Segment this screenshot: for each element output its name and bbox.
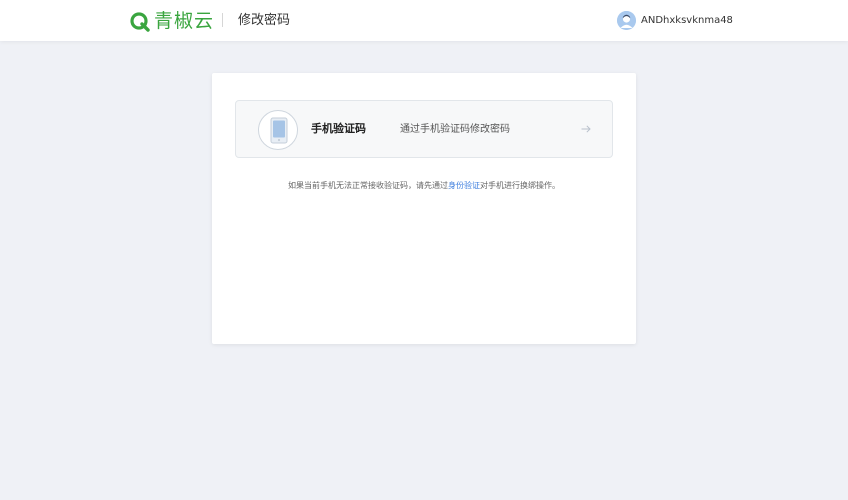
header-divider <box>222 13 223 27</box>
option-description: 通过手机验证码修改密码 <box>400 124 510 135</box>
hint-prefix: 如果当前手机无法正常接收验证码，请先通过 <box>288 181 448 190</box>
phone-code-option[interactable]: 手机验证码 通过手机验证码修改密码 <box>235 100 613 158</box>
brand-logo[interactable]: 青椒云 <box>129 9 214 33</box>
top-header: 青椒云 修改密码 ANDhxksvknma48 <box>0 0 848 41</box>
user-menu[interactable]: ANDhxksvknma48 <box>617 11 733 30</box>
logo-text: 青椒云 <box>154 10 215 32</box>
page-title: 修改密码 <box>238 13 291 28</box>
option-title: 手机验证码 <box>311 122 366 135</box>
arrow-right-icon <box>581 125 591 133</box>
q-logo-icon <box>130 12 150 32</box>
username: ANDhxksvknma48 <box>641 15 733 26</box>
verification-card: 手机验证码 通过手机验证码修改密码 如果当前手机无法正常接收验证码，请先通过身份… <box>212 73 636 344</box>
user-avatar-icon <box>617 11 636 30</box>
identity-verification-link[interactable]: 身份验证 <box>448 181 480 190</box>
hint-suffix: 对手机进行换绑操作。 <box>480 181 560 190</box>
hint-text: 如果当前手机无法正常接收验证码，请先通过身份验证对手机进行换绑操作。 <box>212 180 636 192</box>
phone-icon <box>270 117 288 144</box>
phone-icon-circle <box>258 110 298 150</box>
